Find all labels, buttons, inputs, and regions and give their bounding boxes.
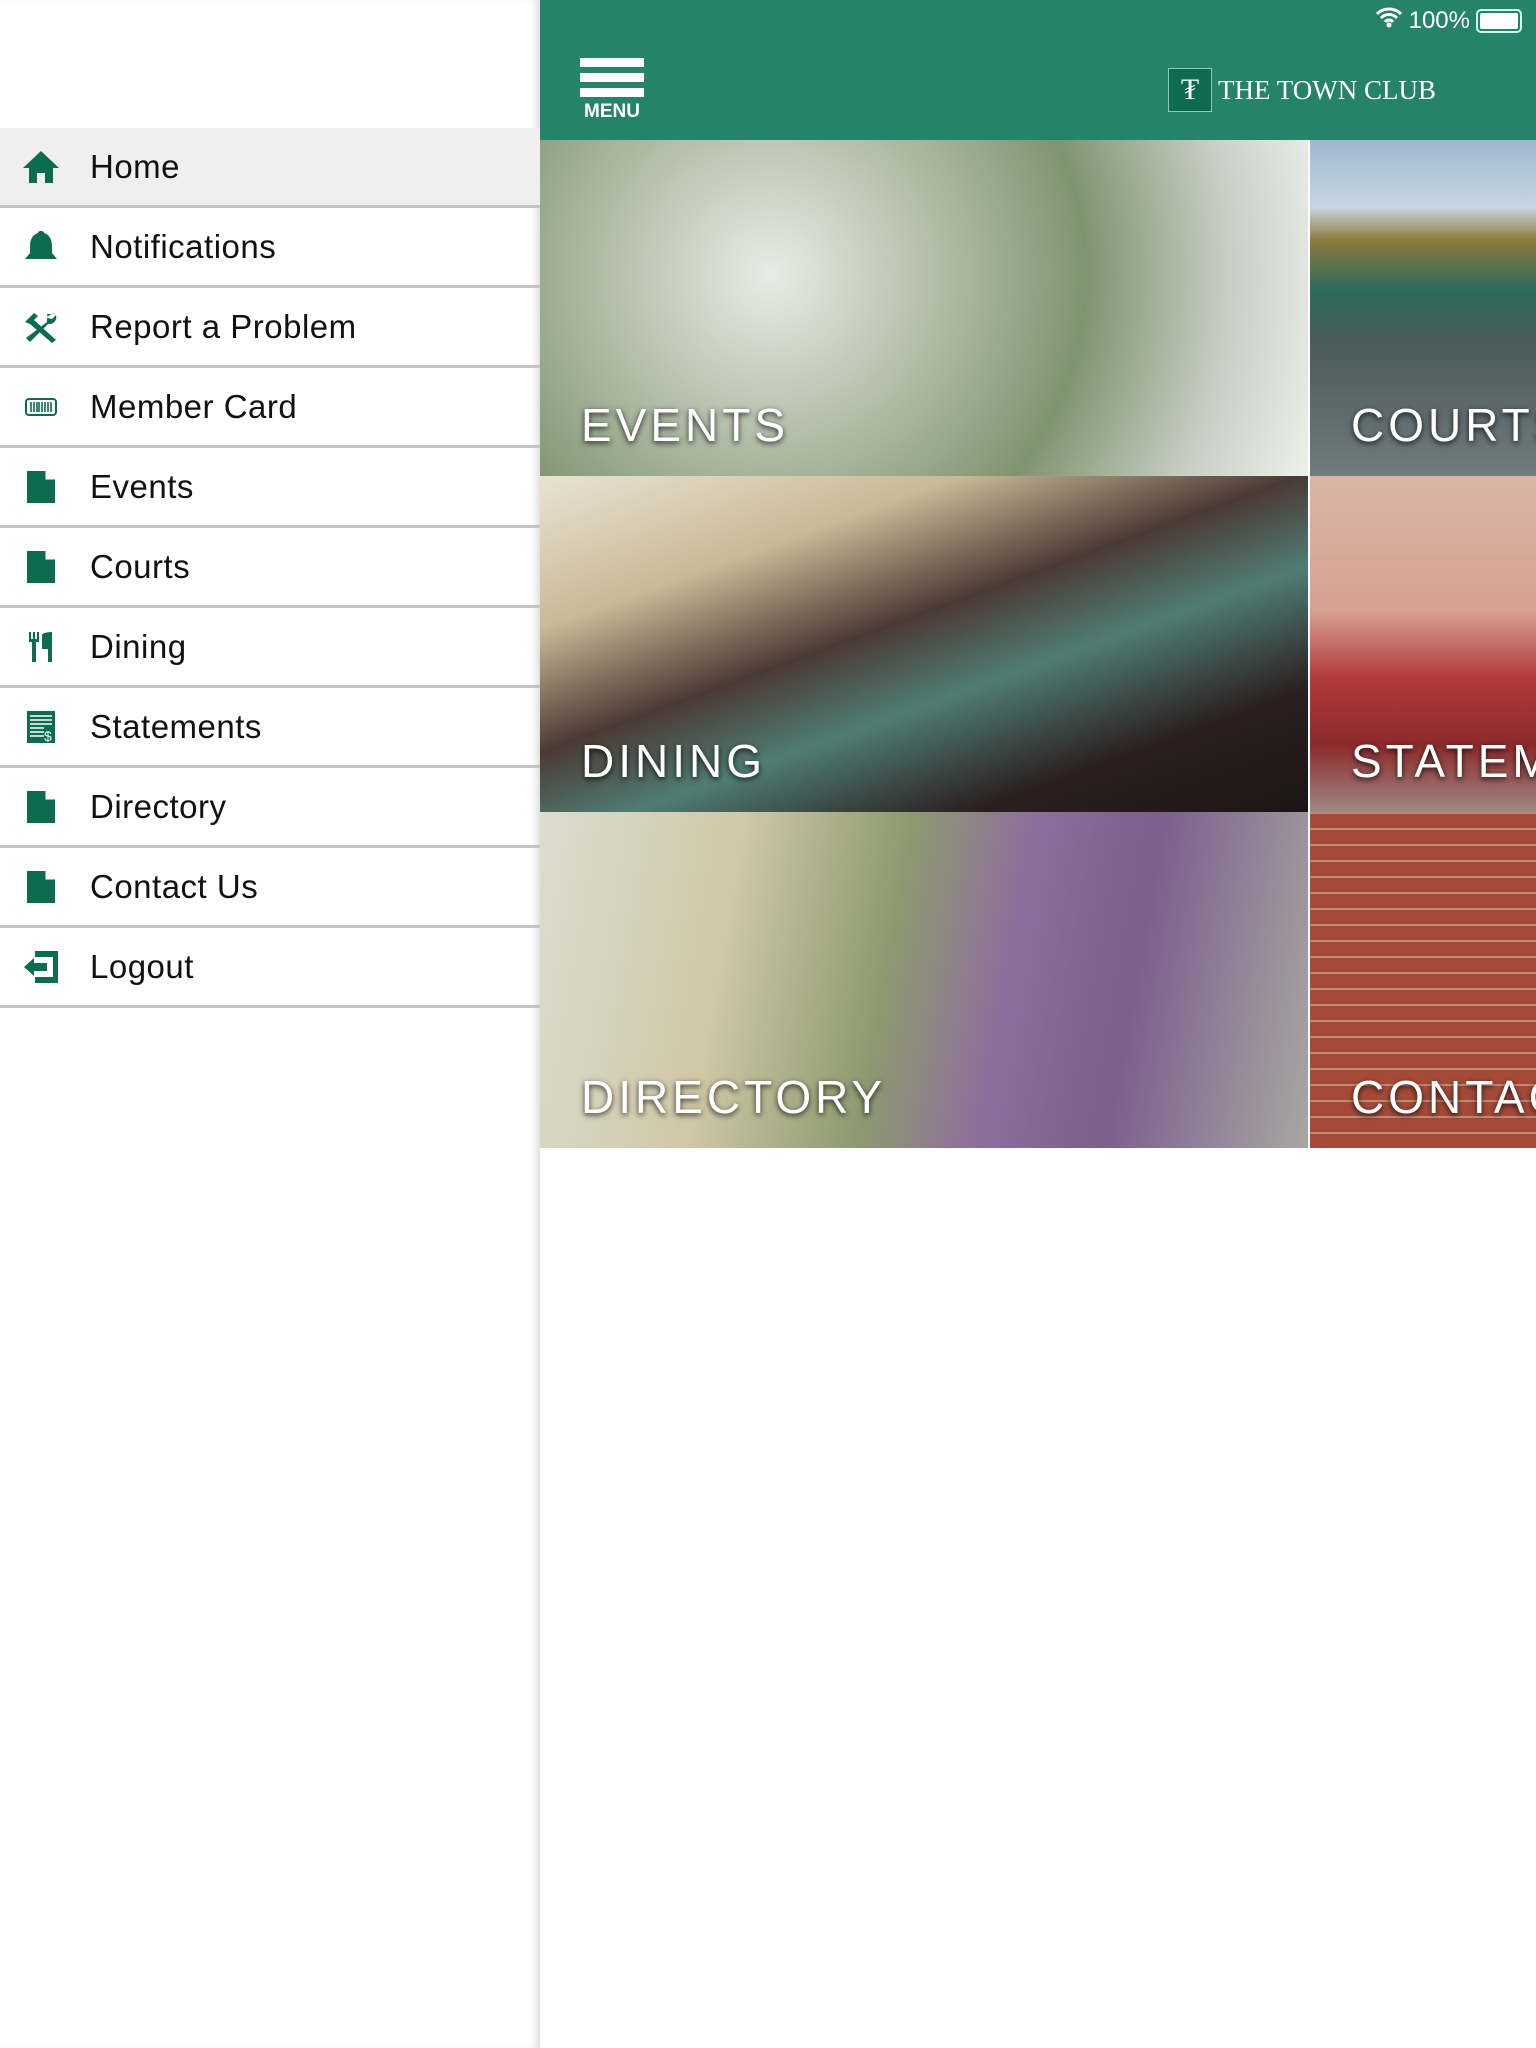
document-icon	[16, 867, 66, 907]
tile-label: COURTS	[1351, 399, 1536, 451]
sidebar-item-report-a-problem[interactable]: Report a Problem	[0, 288, 540, 368]
menu-list: Home Notifications Report a Problem Memb…	[0, 128, 540, 1008]
logout-icon	[16, 947, 66, 987]
sidebar-item-logout[interactable]: Logout	[0, 928, 540, 1008]
battery-percent: 100%	[1408, 6, 1470, 34]
sidebar-item-label: Dining	[90, 627, 187, 665]
tile-label: CONTACT	[1351, 1071, 1536, 1123]
sidebar-item-label: Report a Problem	[90, 307, 357, 345]
sidebar-item-label: Logout	[90, 947, 194, 985]
document-icon	[16, 467, 66, 507]
sidebar-item-label: Courts	[90, 547, 191, 585]
tile-events[interactable]: EVENTS	[540, 140, 1310, 476]
sidebar-item-notifications[interactable]: Notifications	[0, 208, 540, 288]
tile-contact[interactable]: CONTACT	[1310, 812, 1536, 1148]
sidebar-item-label: Directory	[90, 787, 227, 825]
tools-icon	[16, 307, 66, 347]
sidebar-item-dining[interactable]: Dining	[0, 608, 540, 688]
status-bar: 100%	[1375, 6, 1522, 35]
club-logo: ₮ THE TOWN CLUB	[1168, 68, 1436, 112]
home-icon	[16, 147, 66, 187]
statement-icon: $	[16, 707, 66, 747]
sidebar-item-label: Statements	[90, 707, 262, 745]
tile-courts[interactable]: COURTS	[1310, 140, 1536, 476]
tile-statements[interactable]: STATEMENTS	[1310, 476, 1536, 812]
sidebar-item-label: Member Card	[90, 387, 298, 425]
sidebar-item-directory[interactable]: Directory	[0, 768, 540, 848]
tile-label: DIRECTORY	[581, 1071, 887, 1123]
menu-button[interactable]: MENU	[580, 58, 644, 123]
barcode-icon	[16, 387, 66, 427]
sidebar-item-home[interactable]: Home	[0, 128, 540, 208]
sidebar-item-label: Home	[90, 147, 181, 185]
hamburger-icon	[580, 58, 644, 67]
sidebar-item-contact-us[interactable]: Contact Us	[0, 848, 540, 928]
logo-text: THE TOWN CLUB	[1218, 74, 1436, 105]
tile-label: STATEMENTS	[1351, 735, 1536, 787]
battery-icon	[1476, 8, 1522, 33]
sidebar-item-courts[interactable]: Courts	[0, 528, 540, 608]
utensils-icon	[16, 627, 66, 667]
app-header: 100% MENU ₮ THE TOWN CLUB	[540, 0, 1536, 140]
tile-dining[interactable]: DINING	[540, 476, 1310, 812]
menu-label: MENU	[584, 101, 640, 122]
document-icon	[16, 787, 66, 827]
tile-label: EVENTS	[581, 399, 790, 451]
side-menu: Home Notifications Report a Problem Memb…	[0, 0, 540, 2048]
tile-label: DINING	[581, 735, 766, 787]
logo-mark: ₮	[1168, 68, 1212, 112]
bell-icon	[16, 227, 66, 267]
sidebar-item-statements[interactable]: $ Statements	[0, 688, 540, 768]
home-screen: 100% MENU ₮ THE TOWN CLUB EVENTS COURTS …	[540, 0, 1536, 2048]
sidebar-item-label: Notifications	[90, 227, 277, 265]
wifi-icon	[1375, 6, 1403, 35]
sidebar-item-label: Events	[90, 467, 194, 505]
svg-text:$: $	[44, 728, 52, 744]
sidebar-item-events[interactable]: Events	[0, 448, 540, 528]
sidebar-item-label: Contact Us	[90, 867, 259, 905]
document-icon	[16, 547, 66, 587]
sidebar-item-member-card[interactable]: Member Card	[0, 368, 540, 448]
tile-directory[interactable]: DIRECTORY	[540, 812, 1310, 1148]
